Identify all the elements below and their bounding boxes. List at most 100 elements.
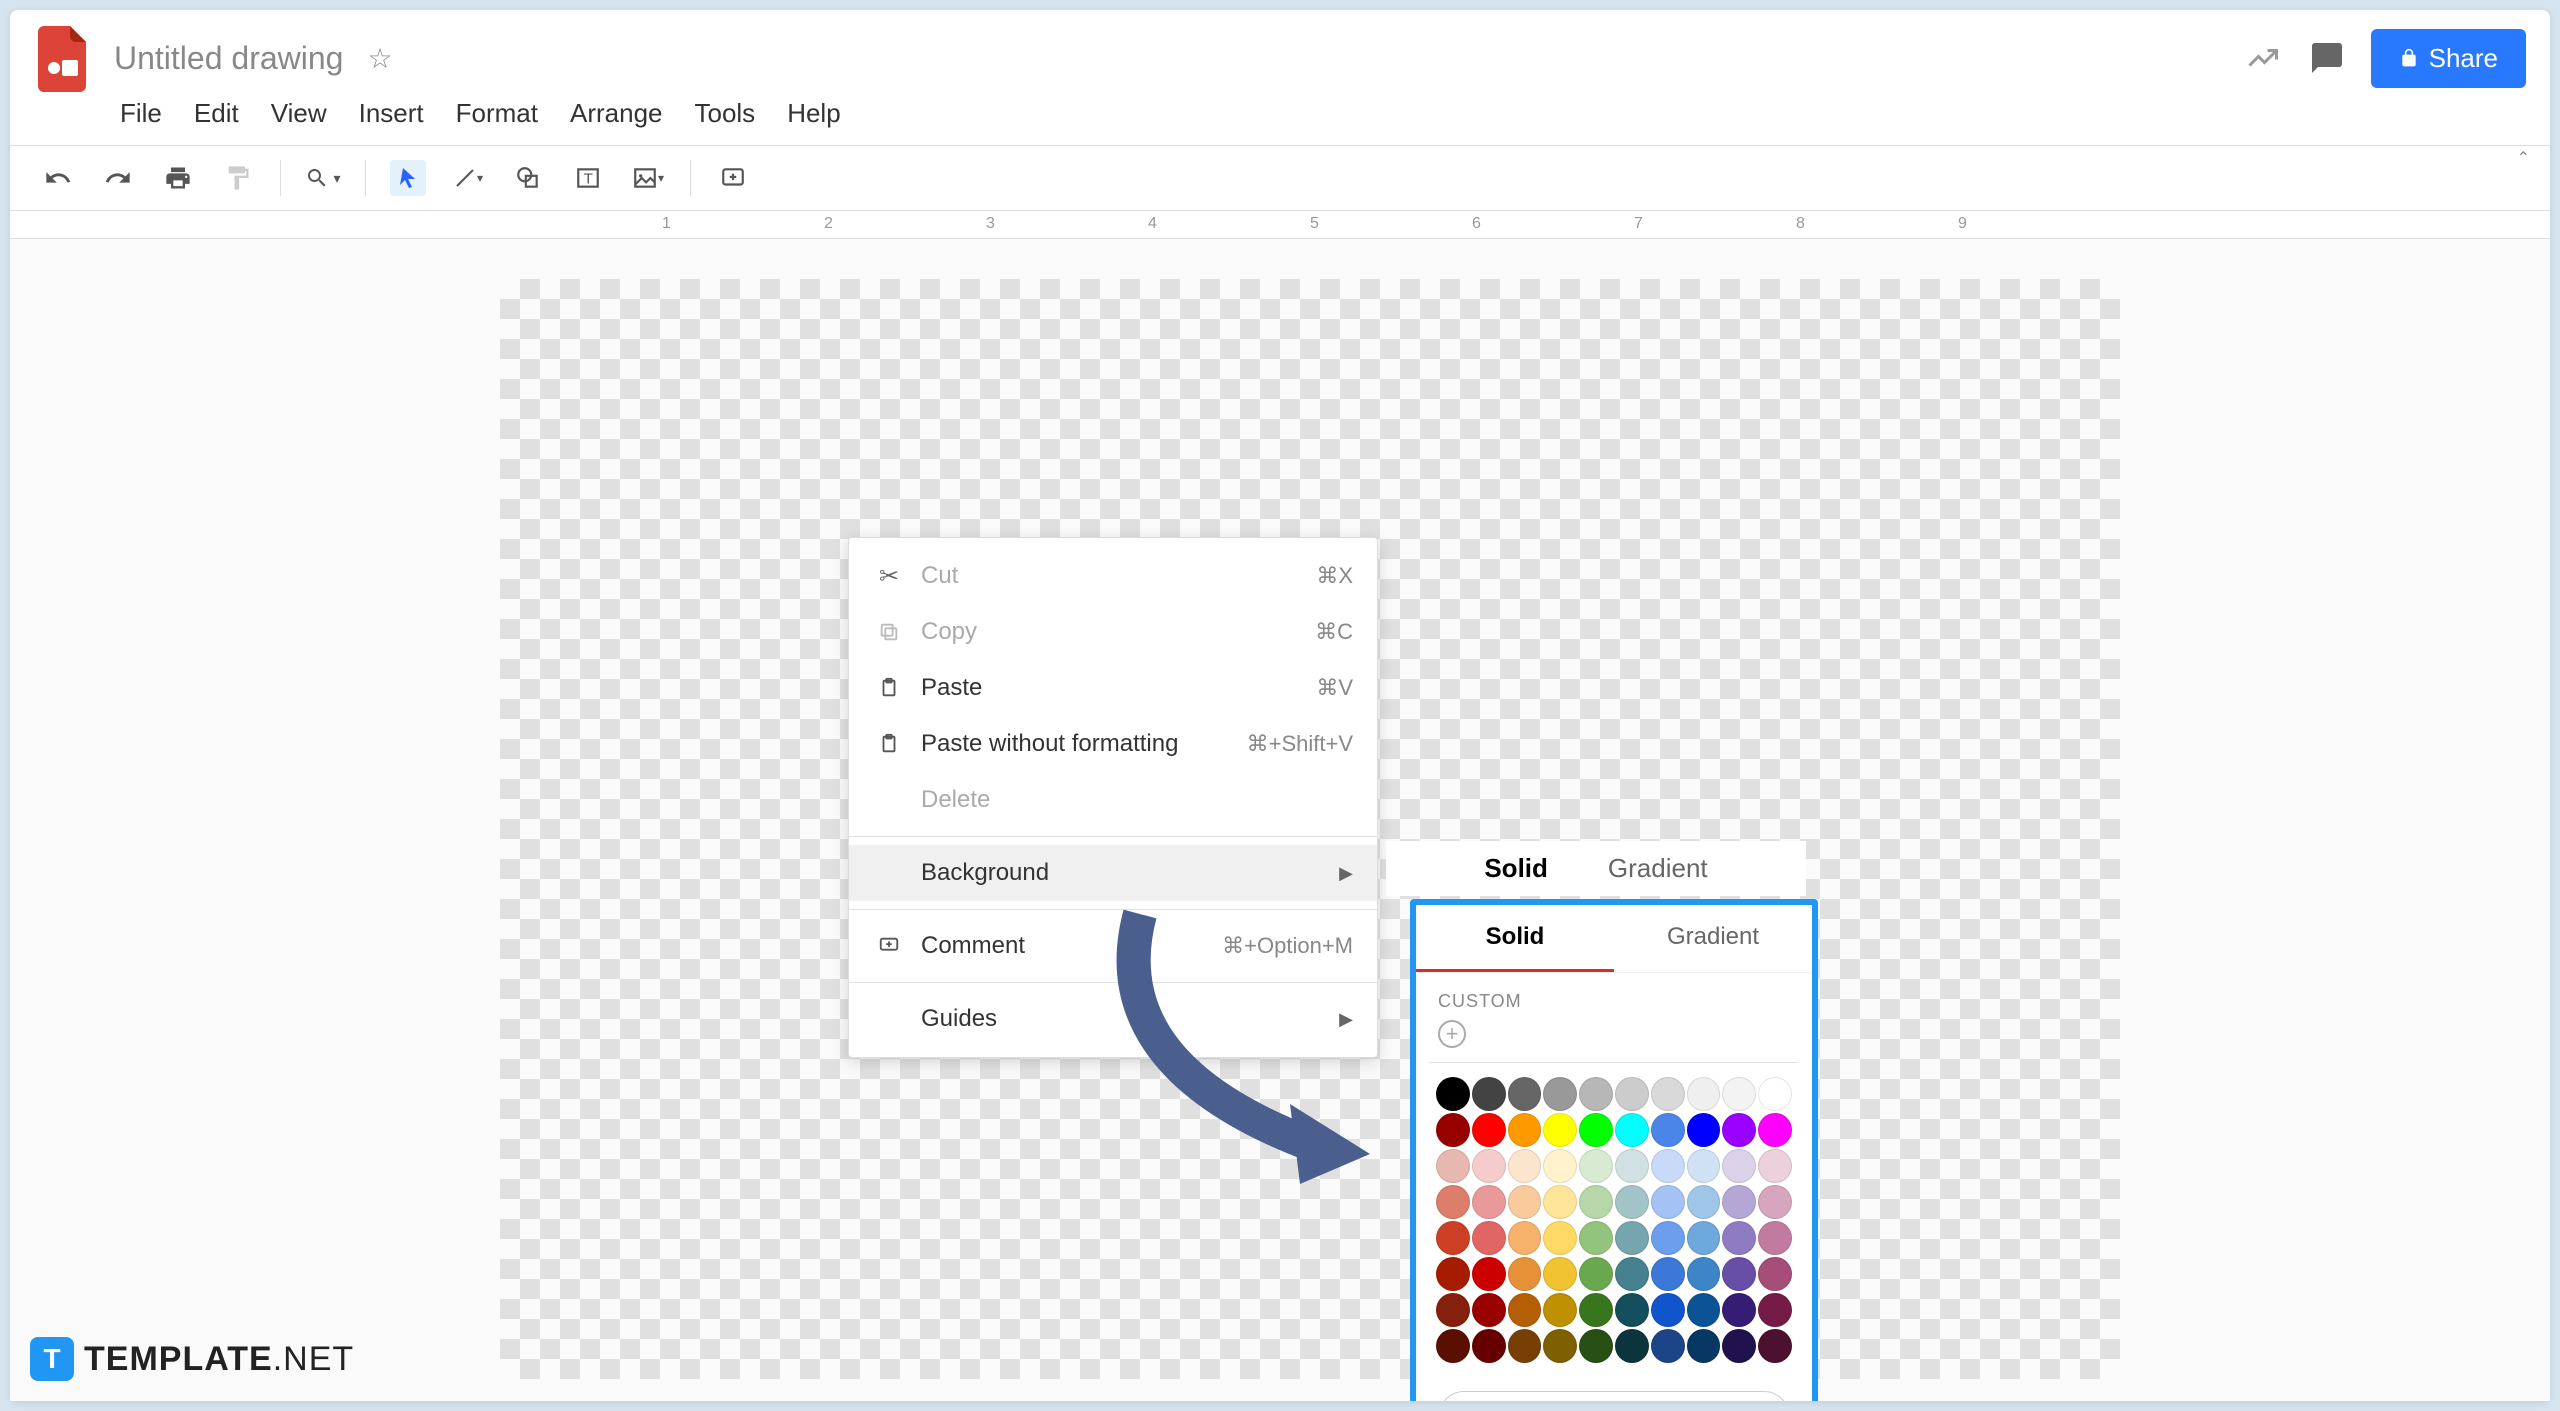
share-button[interactable]: Share xyxy=(2371,29,2526,88)
color-swatch[interactable] xyxy=(1758,1293,1792,1327)
ctx-comment[interactable]: Comment ⌘+Option+M xyxy=(849,918,1377,974)
color-swatch[interactable] xyxy=(1508,1257,1542,1291)
undo-button[interactable] xyxy=(40,160,76,196)
star-icon[interactable]: ☆ xyxy=(367,42,392,75)
color-swatch[interactable] xyxy=(1543,1221,1577,1255)
color-swatch[interactable] xyxy=(1472,1077,1506,1111)
color-swatch[interactable] xyxy=(1758,1185,1792,1219)
menu-view[interactable]: View xyxy=(271,98,327,129)
color-swatch[interactable] xyxy=(1722,1149,1756,1183)
activity-icon[interactable] xyxy=(2243,38,2283,78)
color-swatch[interactable] xyxy=(1758,1149,1792,1183)
color-swatch[interactable] xyxy=(1722,1113,1756,1147)
menu-format[interactable]: Format xyxy=(456,98,538,129)
ctx-copy[interactable]: Copy ⌘C xyxy=(849,604,1377,660)
color-swatch[interactable] xyxy=(1615,1257,1649,1291)
color-swatch[interactable] xyxy=(1651,1185,1685,1219)
select-tool[interactable] xyxy=(390,160,426,196)
color-swatch[interactable] xyxy=(1579,1329,1613,1363)
color-swatch[interactable] xyxy=(1651,1113,1685,1147)
color-swatch[interactable] xyxy=(1508,1185,1542,1219)
color-swatch[interactable] xyxy=(1543,1257,1577,1291)
color-swatch[interactable] xyxy=(1543,1329,1577,1363)
color-swatch[interactable] xyxy=(1722,1221,1756,1255)
color-swatch[interactable] xyxy=(1615,1329,1649,1363)
color-swatch[interactable] xyxy=(1508,1113,1542,1147)
ctx-background[interactable]: Background ▶ xyxy=(849,845,1377,901)
color-swatch[interactable] xyxy=(1758,1221,1792,1255)
tab-gradient-outer[interactable]: Gradient xyxy=(1608,853,1708,884)
color-swatch[interactable] xyxy=(1579,1257,1613,1291)
color-swatch[interactable] xyxy=(1615,1149,1649,1183)
color-swatch[interactable] xyxy=(1579,1293,1613,1327)
color-swatch[interactable] xyxy=(1579,1185,1613,1219)
color-swatch[interactable] xyxy=(1472,1113,1506,1147)
ctx-cut[interactable]: ✂ Cut ⌘X xyxy=(849,548,1377,604)
menu-insert[interactable]: Insert xyxy=(359,98,424,129)
color-swatch[interactable] xyxy=(1508,1149,1542,1183)
color-swatch[interactable] xyxy=(1615,1293,1649,1327)
color-swatch[interactable] xyxy=(1722,1293,1756,1327)
ctx-guides[interactable]: Guides ▶ xyxy=(849,991,1377,1047)
menu-edit[interactable]: Edit xyxy=(194,98,239,129)
color-swatch[interactable] xyxy=(1687,1185,1721,1219)
color-swatch[interactable] xyxy=(1472,1185,1506,1219)
color-swatch[interactable] xyxy=(1615,1077,1649,1111)
color-swatch[interactable] xyxy=(1543,1149,1577,1183)
color-swatch[interactable] xyxy=(1472,1257,1506,1291)
color-swatch[interactable] xyxy=(1543,1185,1577,1219)
color-swatch[interactable] xyxy=(1722,1329,1756,1363)
color-swatch[interactable] xyxy=(1758,1077,1792,1111)
color-swatch[interactable] xyxy=(1687,1149,1721,1183)
color-swatch[interactable] xyxy=(1651,1293,1685,1327)
ctx-paste[interactable]: Paste ⌘V xyxy=(849,660,1377,716)
menu-file[interactable]: File xyxy=(120,98,162,129)
add-custom-color-button[interactable]: + xyxy=(1438,1020,1466,1048)
paint-format-button[interactable] xyxy=(220,160,256,196)
color-swatch[interactable] xyxy=(1687,1329,1721,1363)
color-swatch[interactable] xyxy=(1722,1257,1756,1291)
color-swatch[interactable] xyxy=(1472,1329,1506,1363)
tab-solid-outer[interactable]: Solid xyxy=(1484,853,1548,884)
zoom-button[interactable]: ▾ xyxy=(305,160,341,196)
color-swatch[interactable] xyxy=(1651,1077,1685,1111)
color-swatch[interactable] xyxy=(1615,1113,1649,1147)
color-swatch[interactable] xyxy=(1436,1113,1470,1147)
color-swatch[interactable] xyxy=(1543,1113,1577,1147)
menu-arrange[interactable]: Arrange xyxy=(570,98,663,129)
color-swatch[interactable] xyxy=(1758,1329,1792,1363)
color-swatch[interactable] xyxy=(1508,1329,1542,1363)
color-swatch[interactable] xyxy=(1758,1257,1792,1291)
textbox-tool[interactable]: T xyxy=(570,160,606,196)
color-swatch[interactable] xyxy=(1472,1149,1506,1183)
color-swatch[interactable] xyxy=(1472,1221,1506,1255)
color-swatch[interactable] xyxy=(1651,1221,1685,1255)
color-swatch[interactable] xyxy=(1722,1077,1756,1111)
color-swatch[interactable] xyxy=(1508,1077,1542,1111)
color-swatch[interactable] xyxy=(1651,1257,1685,1291)
insert-comment-button[interactable] xyxy=(715,160,751,196)
comments-icon[interactable] xyxy=(2307,38,2347,78)
color-swatch[interactable] xyxy=(1436,1077,1470,1111)
image-tool[interactable]: ▾ xyxy=(630,160,666,196)
color-swatch[interactable] xyxy=(1436,1257,1470,1291)
color-swatch[interactable] xyxy=(1758,1113,1792,1147)
menu-help[interactable]: Help xyxy=(787,98,840,129)
color-swatch[interactable] xyxy=(1579,1113,1613,1147)
color-swatch[interactable] xyxy=(1436,1185,1470,1219)
color-swatch[interactable] xyxy=(1651,1329,1685,1363)
shape-tool[interactable] xyxy=(510,160,546,196)
color-swatch[interactable] xyxy=(1687,1293,1721,1327)
color-swatch[interactable] xyxy=(1579,1221,1613,1255)
picker-tab-gradient[interactable]: Gradient xyxy=(1614,905,1812,972)
color-swatch[interactable] xyxy=(1722,1185,1756,1219)
color-swatch[interactable] xyxy=(1687,1221,1721,1255)
collapse-toolbar-icon[interactable]: ⌃ xyxy=(2517,148,2530,168)
color-swatch[interactable] xyxy=(1436,1149,1470,1183)
color-swatch[interactable] xyxy=(1543,1077,1577,1111)
color-swatch[interactable] xyxy=(1579,1077,1613,1111)
transparent-button[interactable]: Transparent xyxy=(1438,1391,1790,1401)
color-swatch[interactable] xyxy=(1508,1293,1542,1327)
color-swatch[interactable] xyxy=(1651,1149,1685,1183)
color-swatch[interactable] xyxy=(1543,1293,1577,1327)
